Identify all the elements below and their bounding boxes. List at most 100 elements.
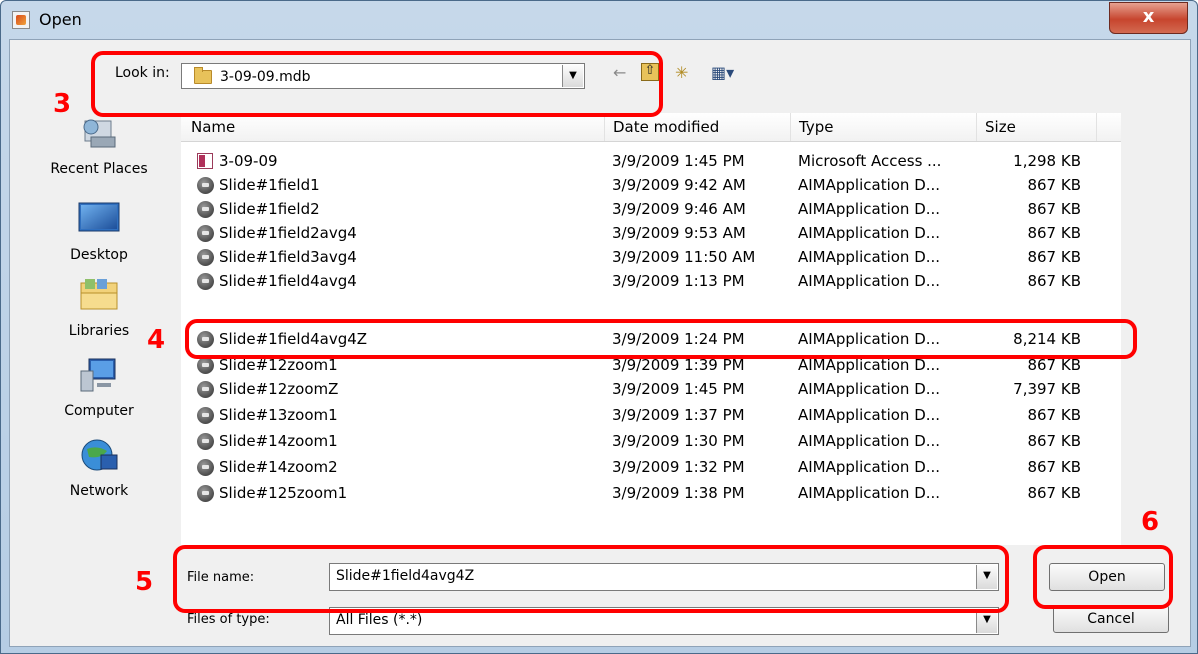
table-row[interactable]: Slide#1field3avg4 3/9/2009 11:50 AM AIMA… — [181, 245, 1121, 269]
table-row[interactable]: Slide#14zoom2 3/9/2009 1:32 PM AIMApplic… — [181, 455, 1121, 479]
place-label-libraries: Libraries — [68, 323, 130, 339]
place-label-desktop: Desktop — [70, 247, 128, 263]
table-row[interactable]: Slide#1field1 3/9/2009 9:42 AM AIMApplic… — [181, 173, 1121, 197]
file-type: AIMApplication D... — [798, 248, 941, 266]
annotation-box-file-name — [173, 545, 1009, 613]
file-size: 867 KB — [1027, 200, 1081, 218]
table-row[interactable]: 3-09-09 3/9/2009 1:45 PM Microsoft Acces… — [181, 149, 1121, 173]
file-name: Slide#14zoom1 — [219, 432, 338, 450]
place-label-recent: Recent Places — [50, 161, 148, 177]
file-name: Slide#14zoom2 — [219, 458, 338, 476]
annotation-number-3: 3 — [53, 89, 72, 119]
table-row[interactable]: Slide#1field4avg4 3/9/2009 1:13 PM AIMAp… — [181, 269, 1121, 293]
java-app-icon — [12, 11, 30, 29]
file-date: 3/9/2009 1:45 PM — [612, 380, 745, 398]
title-bar[interactable]: Open x — [1, 1, 1197, 41]
view-menu-icon[interactable]: ▦▾ — [711, 63, 734, 82]
computer-icon — [80, 358, 116, 392]
file-date: 3/9/2009 9:46 AM — [612, 200, 746, 218]
file-date: 3/9/2009 9:53 AM — [612, 224, 746, 242]
file-size: 7,397 KB — [1013, 380, 1081, 398]
file-size: 867 KB — [1027, 248, 1081, 266]
place-label-computer: Computer — [64, 403, 134, 419]
close-button[interactable]: x — [1109, 2, 1188, 34]
table-row[interactable]: Slide#12zoomZ 3/9/2009 1:45 PM AIMApplic… — [181, 377, 1121, 401]
file-type: AIMApplication D... — [798, 432, 941, 450]
file-date: 3/9/2009 1:37 PM — [612, 406, 745, 424]
file-name: 3-09-09 — [219, 152, 278, 170]
file-size: 867 KB — [1027, 406, 1081, 424]
file-date: 3/9/2009 1:13 PM — [612, 272, 745, 290]
file-type: AIMApplication D... — [798, 224, 941, 242]
table-row[interactable]: Slide#1field2avg4 3/9/2009 9:53 AM AIMAp… — [181, 221, 1121, 245]
file-type: AIMApplication D... — [798, 458, 941, 476]
aim-file-icon — [197, 485, 214, 502]
file-date: 3/9/2009 1:45 PM — [612, 152, 745, 170]
file-type: AIMApplication D... — [798, 406, 941, 424]
file-type: AIMApplication D... — [798, 380, 941, 398]
window-title: Open — [39, 10, 82, 29]
file-name: Slide#12zoomZ — [219, 380, 339, 398]
file-type: AIMApplication D... — [798, 484, 941, 502]
aim-file-icon — [197, 177, 214, 194]
table-row[interactable]: Slide#13zoom1 3/9/2009 1:37 PM AIMApplic… — [181, 403, 1121, 427]
cancel-button[interactable]: Cancel — [1053, 605, 1169, 633]
file-type: AIMApplication D... — [798, 176, 941, 194]
file-size: 1,298 KB — [1013, 152, 1081, 170]
file-name: Slide#1field2avg4 — [219, 224, 357, 242]
place-desktop[interactable]: Desktop — [39, 201, 159, 263]
annotation-number-4: 4 — [147, 325, 166, 355]
annotation-box-open-button — [1033, 545, 1173, 609]
aim-file-icon — [197, 249, 214, 266]
place-libraries[interactable]: Libraries — [39, 277, 159, 339]
aim-file-icon — [197, 225, 214, 242]
annotation-box-look-in — [91, 51, 663, 117]
file-size: 867 KB — [1027, 484, 1081, 502]
column-header-name[interactable]: Name — [181, 113, 605, 141]
file-name: Slide#1field4avg4 — [219, 272, 357, 290]
file-size: 867 KB — [1027, 432, 1081, 450]
annotation-box-selected-file — [185, 319, 1137, 359]
place-recent-places[interactable]: Recent Places — [39, 115, 159, 177]
file-type: AIMApplication D... — [798, 200, 941, 218]
file-date: 3/9/2009 1:30 PM — [612, 432, 745, 450]
new-folder-icon[interactable]: ✳ — [675, 63, 688, 82]
network-icon — [81, 439, 118, 471]
place-network[interactable]: Network — [39, 437, 159, 499]
open-dialog: Open x Look in: 3-09-09.mdb ▼ ← ⇧ ✳ ▦▾ R… — [0, 0, 1198, 654]
aim-file-icon — [197, 433, 214, 450]
file-name: Slide#1field1 — [219, 176, 320, 194]
aim-file-icon — [197, 357, 214, 374]
table-row[interactable]: Slide#14zoom1 3/9/2009 1:30 PM AIMApplic… — [181, 429, 1121, 453]
places-bar: Recent Places Desktop Libraries Computer… — [39, 113, 181, 533]
place-label-network: Network — [69, 483, 129, 499]
files-of-type-value: All Files (*.*) — [336, 612, 423, 628]
table-row[interactable]: Slide#1field2 3/9/2009 9:46 AM AIMApplic… — [181, 197, 1121, 221]
recent-places-icon — [83, 119, 116, 148]
access-file-icon — [197, 153, 213, 169]
file-date: 3/9/2009 11:50 AM — [612, 248, 756, 266]
file-name: Slide#13zoom1 — [219, 406, 338, 424]
aim-file-icon — [197, 273, 214, 290]
column-header-size[interactable]: Size — [977, 113, 1097, 141]
file-date: 3/9/2009 1:38 PM — [612, 484, 745, 502]
file-list-header: Name Date modified Type Size — [181, 113, 1121, 142]
column-header-date[interactable]: Date modified — [605, 113, 791, 141]
libraries-icon — [80, 279, 118, 310]
table-row[interactable]: Slide#125zoom1 3/9/2009 1:38 PM AIMAppli… — [181, 481, 1121, 505]
file-type: AIMApplication D... — [798, 272, 941, 290]
column-header-type[interactable]: Type — [791, 113, 977, 141]
file-type: Microsoft Access ... — [798, 152, 942, 170]
annotation-number-5: 5 — [135, 567, 154, 597]
file-name: Slide#1field3avg4 — [219, 248, 357, 266]
file-date: 3/9/2009 1:32 PM — [612, 458, 745, 476]
aim-file-icon — [197, 381, 214, 398]
file-size: 867 KB — [1027, 272, 1081, 290]
file-name: Slide#125zoom1 — [219, 484, 348, 502]
place-computer[interactable]: Computer — [39, 357, 159, 419]
file-name: Slide#1field2 — [219, 200, 320, 218]
files-of-type-label: Files of type: — [187, 612, 270, 627]
file-size: 867 KB — [1027, 224, 1081, 242]
desktop-icon — [78, 202, 120, 232]
aim-file-icon — [197, 201, 214, 218]
